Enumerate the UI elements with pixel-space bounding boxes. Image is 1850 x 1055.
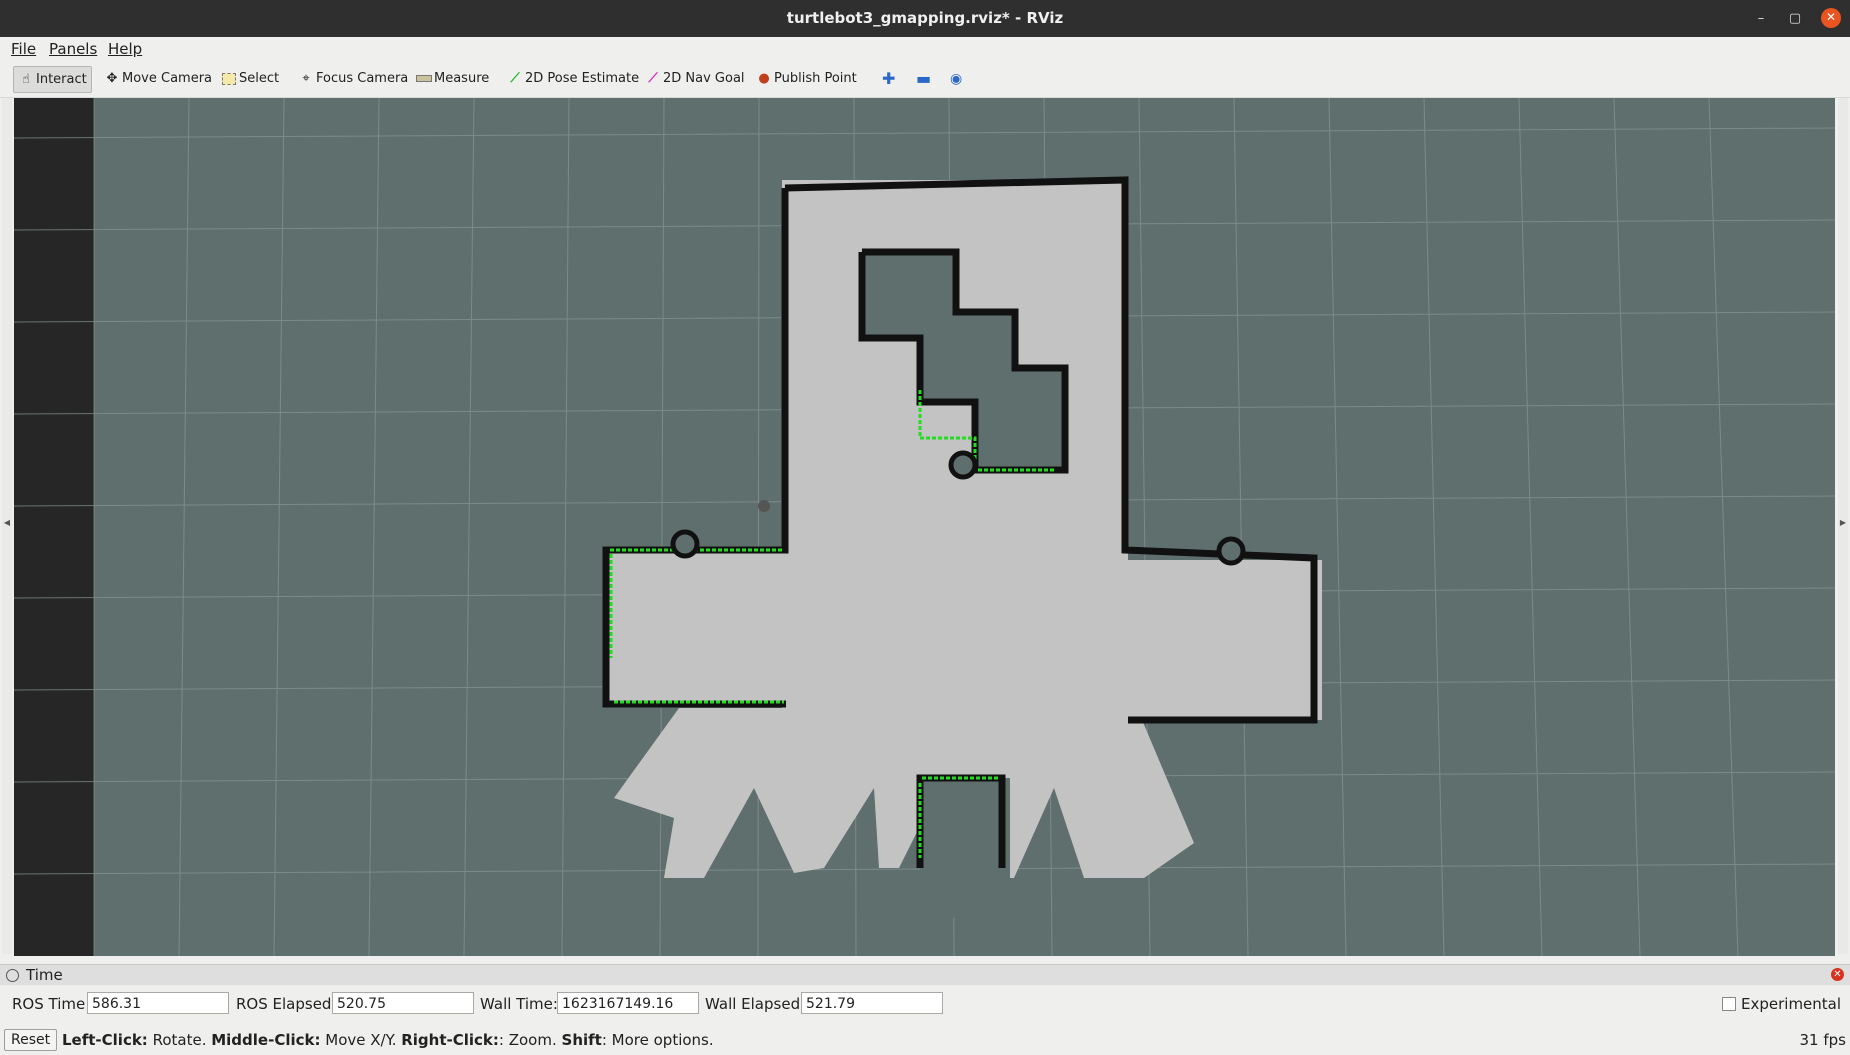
plus-icon: ✚: [882, 69, 896, 88]
tool-bar: ☝ Interact ✥ Move Camera Select ⌖ Focus Cam…: [0, 61, 1850, 98]
wall-elapsed-field[interactable]: 521.79: [801, 992, 943, 1014]
window-title: turtlebot3_gmapping.rviz* - RViz: [786, 9, 1064, 27]
collapse-left-icon: ◀: [3, 518, 11, 527]
ros-elapsed-field[interactable]: 520.75: [332, 992, 474, 1014]
pose-estimate-tool[interactable]: ⟋ 2D Pose Estimate: [503, 66, 643, 92]
arrow-icon: ⟋: [510, 71, 520, 86]
select-icon: [221, 66, 237, 92]
wall-elapsed-label: Wall Elapsed:: [705, 995, 806, 1013]
menu-file[interactable]: File: [11, 37, 36, 61]
arrow-icon: ⟋: [648, 71, 658, 86]
menu-panels[interactable]: Panels: [49, 37, 97, 61]
nav-goal-tool[interactable]: ⟋ 2D Nav Goal: [641, 66, 749, 92]
fps-counter: 31 fps: [1799, 1031, 1846, 1049]
interact-tool[interactable]: ☝ Interact: [13, 66, 92, 93]
experimental-checkbox[interactable]: [1722, 997, 1736, 1011]
wall-time-label: Wall Time:: [480, 995, 558, 1013]
mouse-hint: Left-Click: Rotate. Middle-Click: Move X…: [62, 1031, 714, 1049]
move-icon: ✥: [106, 71, 118, 86]
ros-time-label: ROS Time:: [12, 995, 91, 1013]
render-viewport[interactable]: [14, 98, 1835, 956]
ros-elapsed-label: ROS Elapsed:: [236, 995, 337, 1013]
focus-camera-tool[interactable]: ⌖ Focus Camera: [294, 66, 412, 92]
eye-icon: ◉: [950, 71, 963, 87]
status-bar: Reset Left-Click: Rotate. Middle-Click: …: [0, 1025, 1850, 1055]
measure-tool[interactable]: Measure: [412, 66, 493, 92]
minimize-button[interactable]: –: [1746, 0, 1776, 37]
experimental-label: Experimental: [1741, 995, 1842, 1013]
remove-tool-button[interactable]: ▬: [912, 66, 935, 92]
close-panel-icon[interactable]: ✕: [1831, 968, 1844, 981]
time-panel: ROS Time: 586.31 ROS Elapsed: 520.75 Wal…: [0, 990, 1850, 1018]
reset-button[interactable]: Reset: [4, 1029, 58, 1051]
window-titlebar: turtlebot3_gmapping.rviz* - RViz – ▢ ✕: [0, 0, 1850, 37]
focus-icon: ⌖: [302, 71, 310, 86]
menu-bar: File Panels Help: [0, 37, 1850, 61]
wall-time-field[interactable]: 1623167149.16: [557, 992, 699, 1014]
menu-help[interactable]: Help: [108, 37, 142, 61]
view-options-button[interactable]: ◉: [946, 66, 966, 92]
hand-icon: ☝: [22, 72, 30, 87]
add-tool-button[interactable]: ✚: [878, 66, 899, 92]
clock-icon: [6, 969, 19, 982]
time-panel-header: Time ✕: [0, 964, 1850, 985]
time-panel-title: Time: [26, 966, 63, 984]
ros-time-field[interactable]: 586.31: [87, 992, 229, 1014]
minus-icon: ▬: [916, 69, 932, 88]
right-dock-handle[interactable]: ▶: [1838, 98, 1848, 954]
select-tool[interactable]: Select: [217, 66, 283, 92]
ruler-icon: [416, 66, 432, 92]
pin-icon: ●: [758, 71, 770, 86]
maximize-button[interactable]: ▢: [1780, 0, 1810, 37]
left-dock-handle[interactable]: ◀: [2, 98, 12, 954]
publish-point-tool[interactable]: ● Publish Point: [752, 66, 861, 92]
collapse-right-icon: ▶: [1839, 518, 1847, 527]
close-button[interactable]: ✕: [1821, 8, 1841, 28]
viewport-dark-edge: [14, 98, 94, 956]
move-camera-tool[interactable]: ✥ Move Camera: [100, 66, 216, 92]
occupancy-map[interactable]: [14, 98, 1835, 956]
